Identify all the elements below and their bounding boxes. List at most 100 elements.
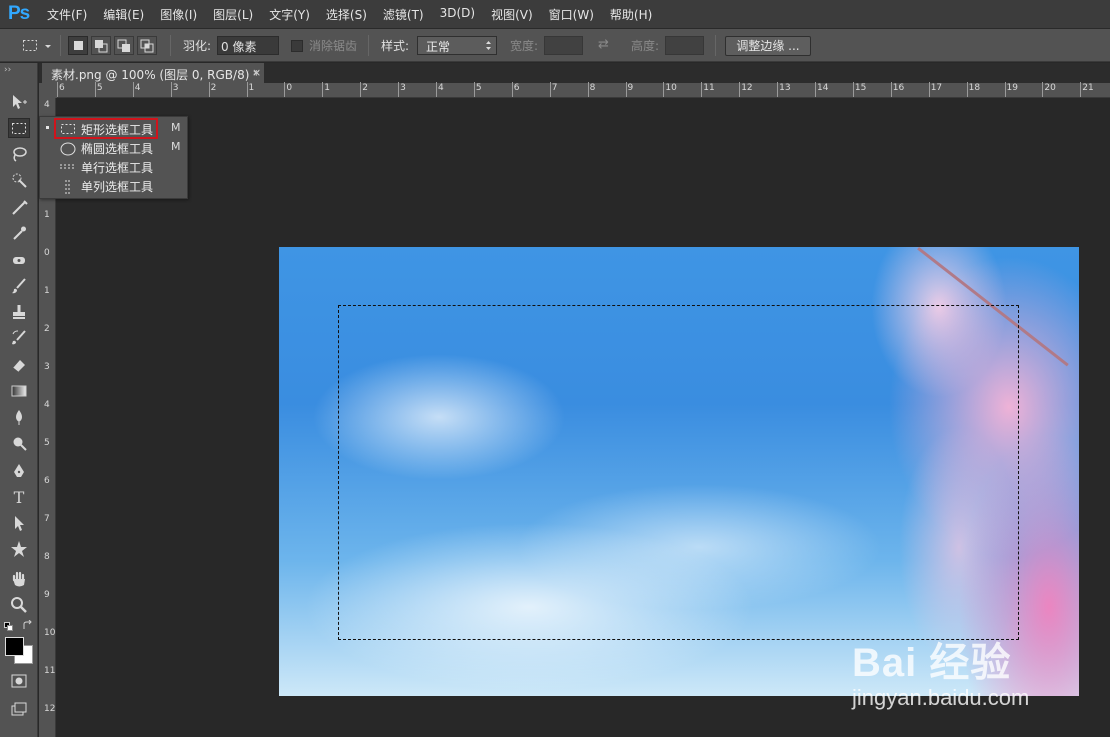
rect-marquee-icon	[12, 123, 26, 134]
flyout-ellipse-marquee[interactable]: 椭圆选框工具 M	[40, 138, 187, 157]
eraser-icon	[12, 360, 25, 373]
ruler-tick-label: 18	[968, 83, 981, 93]
document-tab[interactable]: 素材.png @ 100% (图层 0, RGB/8) * ×	[42, 63, 264, 83]
path-select-tool[interactable]	[8, 513, 30, 533]
quick-mask-button[interactable]	[8, 671, 30, 691]
horizontal-ruler[interactable]: 6 5 4 3 2 1 0 1 2 3 4 5 6 7 8 9 10 11 12 13 14 15 16 17 18 19 20 21	[57, 82, 1110, 98]
crop-tool[interactable]	[8, 197, 30, 217]
ruler-tick-label: 14	[817, 83, 829, 93]
ruler-tick-label: 6	[513, 83, 520, 93]
menu-3d[interactable]: 3D(D)	[440, 6, 475, 23]
height-label: 高度:	[631, 39, 660, 53]
single-column-marquee-icon	[65, 180, 70, 194]
menu-image[interactable]: 图像(I)	[160, 6, 197, 23]
ruler-origin[interactable]	[39, 83, 57, 98]
antialias-checkbox[interactable]	[291, 40, 303, 52]
crop-icon	[12, 200, 28, 215]
ruler-tick	[815, 82, 816, 97]
style-label: 样式:	[381, 39, 410, 53]
ruler-tick-label: 13	[779, 83, 791, 93]
clone-stamp-tool[interactable]	[8, 302, 30, 322]
new-selection-mode-button[interactable]	[68, 36, 88, 55]
swap-colors-icon[interactable]	[22, 620, 33, 631]
document-tab-strip: 素材.png @ 100% (图层 0, RGB/8) * ×	[39, 63, 1110, 83]
dodge-tool[interactable]	[8, 434, 30, 454]
ruler-tick-label: 16	[892, 83, 905, 93]
intersect-selection-icon	[140, 39, 154, 53]
brush-tool[interactable]	[8, 276, 30, 296]
ruler-tick	[360, 82, 362, 97]
ruler-tick-label: 5	[96, 83, 103, 93]
type-tool[interactable]: T	[8, 487, 30, 507]
menu-help[interactable]: 帮助(H)	[610, 6, 652, 23]
blur-tool[interactable]	[8, 407, 30, 427]
menu-items: 文件(F) 编辑(E) 图像(I) 图层(L) 文字(Y) 选择(S) 滤镜(T…	[47, 6, 668, 23]
menu-view[interactable]: 视图(V)	[491, 6, 533, 23]
ruler-tick-label: 1	[44, 210, 50, 220]
add-selection-icon	[95, 40, 108, 53]
ruler-tick	[57, 82, 58, 97]
flyout-item-label: 椭圆选框工具	[81, 142, 154, 156]
gradient-tool[interactable]	[8, 381, 30, 401]
ruler-tick-label: 9	[44, 590, 50, 600]
foreground-color-swatch[interactable]	[5, 637, 24, 656]
ruler-tick-label: 6	[44, 476, 50, 486]
selection-marquee[interactable]	[338, 305, 1019, 640]
flyout-rect-marquee[interactable]: 矩形选框工具 M	[40, 119, 187, 138]
width-input	[544, 36, 583, 55]
move-tool[interactable]	[8, 92, 30, 112]
ruler-tick	[132, 82, 134, 97]
clone-stamp-icon	[13, 305, 25, 319]
intersect-selection-mode-button[interactable]	[137, 36, 157, 55]
eraser-tool[interactable]	[8, 355, 30, 375]
eyedropper-tool[interactable]	[8, 223, 30, 243]
close-icon[interactable]: ×	[252, 66, 261, 79]
menu-type[interactable]: 文字(Y)	[269, 6, 310, 23]
quick-select-tool[interactable]	[8, 170, 30, 190]
quick-mask-icon	[11, 674, 27, 688]
zoom-tool[interactable]	[8, 595, 30, 615]
ruler-tick-label: 0	[286, 83, 293, 93]
menu-edit[interactable]: 编辑(E)	[103, 6, 144, 23]
type-icon: T	[13, 487, 25, 507]
flyout-item-shortcut: M	[171, 140, 181, 153]
hand-tool[interactable]	[8, 569, 30, 589]
screen-mode-button[interactable]	[8, 699, 30, 719]
spot-healing-tool[interactable]	[8, 250, 30, 270]
menu-select[interactable]: 选择(S)	[326, 6, 367, 23]
ruler-tick	[473, 82, 475, 97]
subtract-selection-mode-button[interactable]	[114, 36, 134, 55]
refine-edge-button[interactable]: 调整边缘 ...	[725, 36, 811, 56]
ellipse-marquee-icon	[60, 142, 76, 156]
ruler-tick	[436, 82, 437, 97]
tools-panel: ›› T	[0, 63, 38, 737]
ruler-tick-label: 20	[1044, 83, 1056, 93]
menu-filter[interactable]: 滤镜(T)	[383, 6, 424, 23]
default-colors-icon[interactable]	[4, 622, 13, 631]
marquee-tool-flyout: 矩形选框工具 M 椭圆选框工具 M 单行选框工具 单列选框工具	[39, 116, 188, 199]
ruler-tick	[777, 82, 779, 97]
options-bar: 羽化: 0 像素 消除锯齿 样式: 正常 宽度: ⇄ 高度: 调整边缘 ...	[0, 29, 1110, 62]
flyout-single-column-marquee[interactable]: 单列选框工具	[40, 176, 187, 195]
hand-icon	[12, 571, 25, 587]
pen-tool[interactable]	[8, 461, 30, 481]
flyout-single-row-marquee[interactable]: 单行选框工具	[40, 157, 187, 176]
tool-preset-picker-icon[interactable]	[22, 38, 52, 54]
feather-input[interactable]: 0 像素	[217, 36, 279, 55]
ruler-tick	[94, 82, 96, 97]
menu-window[interactable]: 窗口(W)	[549, 6, 594, 23]
history-brush-tool[interactable]	[8, 328, 30, 348]
ruler-tick-label: 15	[854, 83, 867, 93]
rect-marquee-tool[interactable]	[8, 118, 30, 138]
menu-file[interactable]: 文件(F)	[47, 6, 87, 23]
move-icon	[13, 95, 27, 109]
menu-layer[interactable]: 图层(L)	[213, 6, 253, 23]
gradient-icon	[11, 385, 27, 397]
ruler-tick	[625, 82, 627, 97]
style-select[interactable]: 正常	[417, 36, 497, 55]
add-selection-mode-button[interactable]	[91, 36, 111, 55]
custom-shape-tool[interactable]	[8, 539, 30, 559]
zoom-icon	[11, 597, 27, 613]
collapse-panel-icon[interactable]: ››	[4, 65, 11, 75]
lasso-tool[interactable]	[8, 144, 30, 164]
